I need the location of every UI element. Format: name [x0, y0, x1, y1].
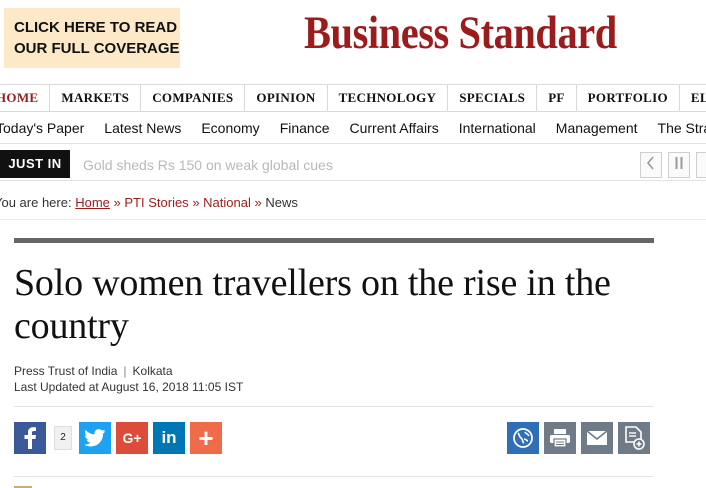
site-logo[interactable]: Business Standard: [304, 6, 617, 60]
nav-item-opinion[interactable]: OPINION: [245, 85, 328, 111]
translate-globe-icon: [513, 428, 533, 448]
email-icon: [586, 430, 608, 445]
nav-item-pf[interactable]: PF: [537, 85, 577, 111]
section-subnav: Today's Paper Latest News Economy Financ…: [0, 112, 706, 144]
article-source: Press Trust of India: [14, 364, 118, 378]
more-plus-icon: +: [198, 422, 214, 453]
breadcrumb-separator: »: [254, 195, 262, 210]
subnav-economy[interactable]: Economy: [191, 112, 269, 143]
promo-line-1: CLICK HERE TO READ: [14, 19, 178, 36]
just-in-label: JUST IN: [0, 150, 70, 178]
facebook-share-count: 2: [54, 426, 72, 450]
ticker-headline[interactable]: Gold sheds Rs 150 on weak global cues: [83, 150, 333, 180]
article-updated-time: Last Updated at August 16, 2018 11:05 IS…: [14, 380, 244, 394]
nav-item-home[interactable]: HOME: [0, 85, 51, 111]
facebook-icon: [24, 427, 36, 449]
translate-button[interactable]: [507, 422, 539, 454]
chevron-left-icon[interactable]: [640, 152, 662, 178]
coverage-promo-banner[interactable]: CLICK HERE TO READ OUR FULL COVERAGE: [4, 8, 180, 68]
breadcrumb-home-link[interactable]: Home: [75, 195, 110, 210]
breadcrumb-divider: [0, 219, 706, 220]
article-location: Kolkata: [132, 364, 173, 378]
subnav-todays-paper[interactable]: Today's Paper: [0, 112, 94, 143]
pause-glyph: [675, 157, 683, 169]
chevron-left-glyph: [646, 156, 654, 170]
more-share-button[interactable]: +: [190, 422, 222, 454]
nav-item-portfolio[interactable]: PORTFOLIO: [577, 85, 680, 111]
breadcrumb-national-link[interactable]: National: [203, 195, 251, 210]
linkedin-share-button[interactable]: in: [153, 422, 185, 454]
nav-item-technology[interactable]: TECHNOLOGY: [328, 85, 449, 111]
google-plus-icon: G+: [122, 430, 142, 446]
google-plus-share-button[interactable]: G+: [116, 422, 148, 454]
main-nav: HOME MARKETS COMPANIES OPINION TECHNOLOG…: [0, 84, 706, 112]
subnav-current-affairs[interactable]: Current Affairs: [340, 112, 449, 143]
twitter-share-button[interactable]: [79, 422, 111, 454]
subnav-latest-news[interactable]: Latest News: [94, 112, 191, 143]
save-document-icon: [625, 426, 645, 450]
subnav-the-strategist[interactable]: The Stra: [648, 112, 706, 143]
byline-separator: |: [123, 364, 127, 378]
twitter-icon: [84, 429, 106, 447]
chevron-right-icon[interactable]: [696, 152, 706, 178]
nav-item-companies[interactable]: COMPANIES: [141, 85, 246, 111]
article-headline: Solo women travellers on the rise in the…: [14, 262, 611, 347]
subnav-international[interactable]: International: [449, 112, 546, 143]
share-bar-bottom-divider: [14, 476, 654, 477]
nav-item-elections[interactable]: ELECT: [680, 85, 706, 111]
print-button[interactable]: [544, 422, 576, 454]
promo-line-2: OUR FULL COVERAGE: [14, 40, 180, 57]
print-icon: [550, 429, 570, 448]
save-document-button[interactable]: [618, 422, 650, 454]
breadcrumb-pti-link[interactable]: PTI Stories: [124, 195, 188, 210]
facebook-share-button[interactable]: [14, 422, 46, 454]
breadcrumb-prefix: You are here:: [0, 195, 72, 210]
share-bar-top-divider: [14, 406, 654, 407]
pause-icon[interactable]: [668, 152, 690, 178]
subnav-management[interactable]: Management: [546, 112, 648, 143]
nav-item-markets[interactable]: MARKETS: [50, 85, 142, 111]
breadcrumb-separator: »: [113, 195, 121, 210]
just-in-ticker: JUST IN Gold sheds Rs 150 on weak global…: [0, 150, 706, 181]
subnav-finance[interactable]: Finance: [270, 112, 340, 143]
breadcrumb-separator: »: [192, 195, 200, 210]
linkedin-icon: in: [161, 428, 177, 447]
article-top-rule: [14, 238, 654, 243]
breadcrumb-current: News: [265, 195, 298, 210]
nav-item-specials[interactable]: SPECIALS: [448, 85, 538, 111]
breadcrumb: You are here: Home » PTI Stories » Natio…: [0, 195, 298, 210]
article-byline: Press Trust of India | Kolkata: [14, 364, 173, 378]
email-button[interactable]: [581, 422, 613, 454]
